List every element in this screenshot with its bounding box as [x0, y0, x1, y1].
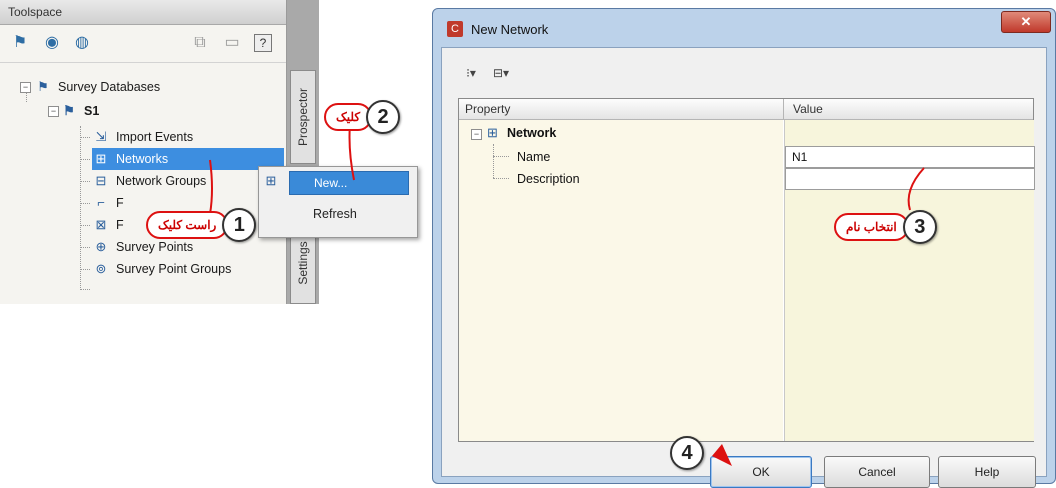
callout-1-pointer: [209, 159, 213, 215]
callout-3-text: انتخاب نام: [834, 213, 909, 241]
callout-3: انتخاب نام 3: [834, 210, 937, 244]
callout-1-text: راست کلیک: [146, 211, 229, 239]
callout-4-number: 4: [670, 436, 704, 470]
callout-4: 4: [670, 436, 704, 470]
callout-1: راست کلیک 1: [146, 208, 257, 242]
callout-4-cursor: [712, 444, 732, 466]
callout-2-text: کلیک: [324, 103, 373, 131]
callout-2-number: 2: [366, 100, 401, 134]
callout-3-pointer: [907, 167, 925, 211]
callout-2: کلیک 2: [324, 100, 401, 134]
callout-1-number: 1: [222, 208, 257, 242]
callout-3-number: 3: [902, 210, 937, 244]
